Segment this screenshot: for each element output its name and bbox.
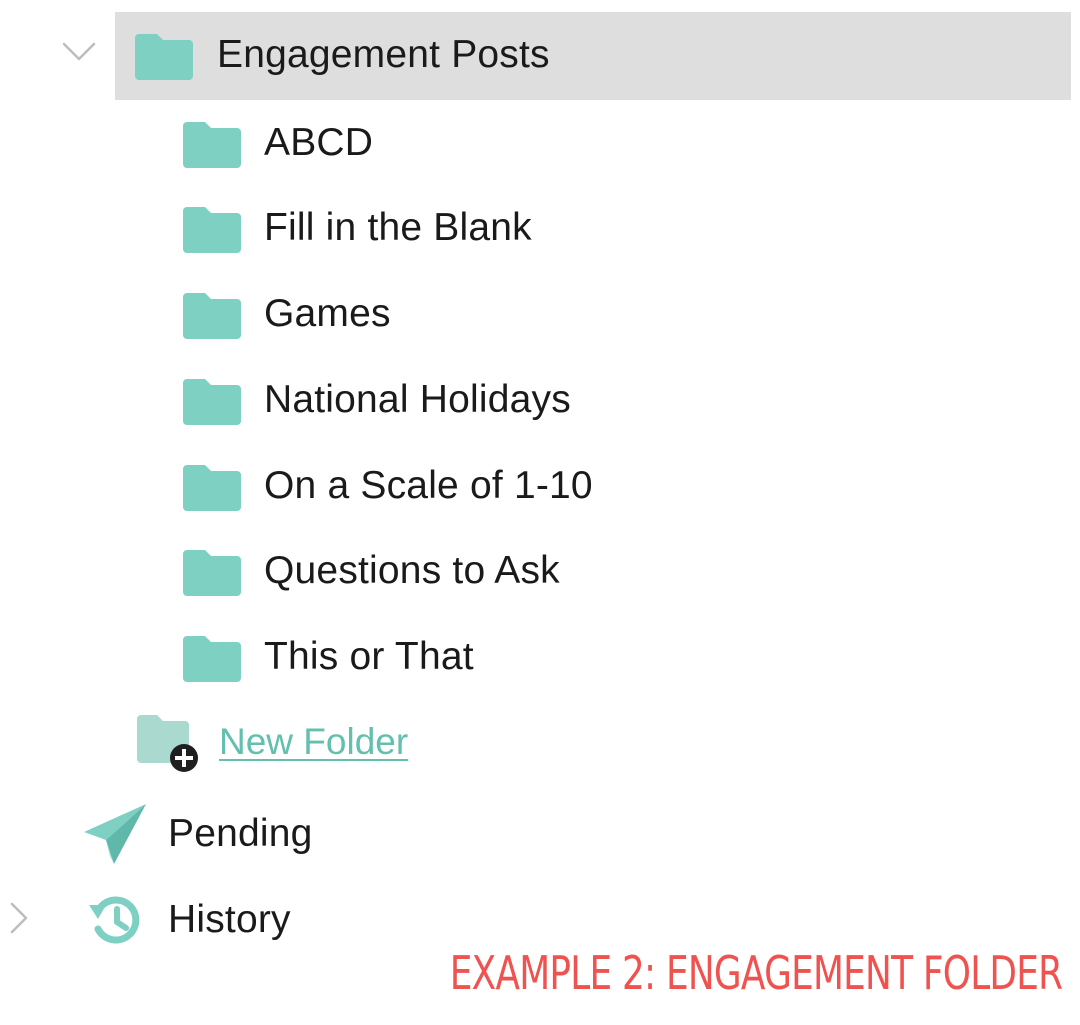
- history-label: History: [168, 898, 291, 941]
- folder-row[interactable]: ABCD: [183, 112, 373, 174]
- folder-icon: [135, 34, 193, 80]
- folder-label: Fill in the Blank: [264, 206, 532, 249]
- paper-plane-icon: [84, 804, 146, 864]
- folder-row[interactable]: Questions to Ask: [183, 540, 560, 602]
- folder-label: Games: [264, 292, 391, 335]
- folder-icon: [183, 636, 241, 682]
- chevron-down-icon[interactable]: [62, 42, 96, 62]
- folder-row-engagement-posts[interactable]: Engagement Posts: [135, 24, 550, 86]
- new-folder-label[interactable]: New Folder: [219, 721, 408, 763]
- folder-icon: [183, 379, 241, 425]
- folder-icon: [183, 207, 241, 253]
- folder-label: Questions to Ask: [264, 549, 560, 592]
- history-icon: [89, 896, 140, 944]
- folder-row[interactable]: Games: [183, 283, 391, 345]
- folder-label: This or That: [264, 635, 474, 678]
- folder-row[interactable]: National Holidays: [183, 369, 571, 431]
- folder-label: On a Scale of 1-10: [264, 464, 593, 507]
- add-folder-icon: [137, 715, 198, 772]
- folder-label: Engagement Posts: [217, 33, 550, 76]
- folder-icon: [183, 550, 241, 596]
- new-folder-link[interactable]: New Folder: [135, 710, 408, 774]
- folder-label: ABCD: [264, 121, 374, 164]
- folder-row[interactable]: On a Scale of 1-10: [183, 455, 593, 517]
- folder-row[interactable]: Fill in the Blank: [183, 197, 532, 259]
- folder-icon: [183, 465, 241, 511]
- example-caption: EXAMPLE 2: ENGAGEMENT FOLDER: [449, 946, 1062, 1000]
- folder-icon: [183, 122, 241, 168]
- pending-label: Pending: [168, 812, 313, 855]
- folder-row[interactable]: This or That: [183, 626, 474, 688]
- folder-icon: [183, 293, 241, 339]
- pending-item[interactable]: Pending: [82, 802, 313, 866]
- folder-label: National Holidays: [264, 378, 571, 421]
- history-item[interactable]: History: [86, 888, 291, 952]
- chevron-right-icon[interactable]: [10, 902, 28, 934]
